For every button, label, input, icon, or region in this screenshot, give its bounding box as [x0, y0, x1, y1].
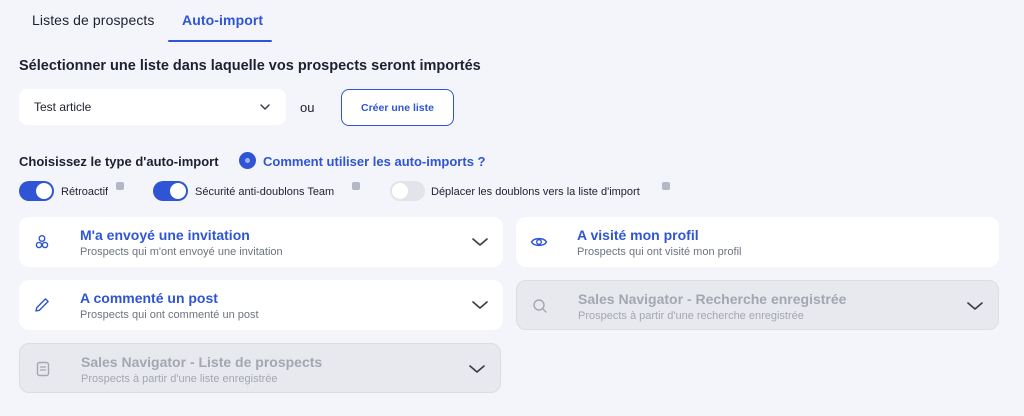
card-subtitle: Prospects qui ont visité mon profil: [577, 246, 742, 258]
card-sales-nav-liste: Sales Navigator - Liste de prospects Pro…: [19, 343, 501, 393]
card-visite-profil[interactable]: A visité mon profil Prospects qui ont vi…: [516, 217, 999, 267]
card-invitation[interactable]: M'a envoyé une invitation Prospects qui …: [19, 217, 503, 267]
chevron-down-icon: [260, 104, 270, 110]
type-section-title: Choisissez le type d'auto-import: [19, 154, 219, 169]
card-commente-post[interactable]: A commenté un post Prospects qui ont com…: [19, 280, 503, 330]
help-icon[interactable]: [239, 152, 256, 169]
toggle-retroactif[interactable]: [19, 181, 54, 201]
card-subtitle: Prospects à partir d'une liste enregistr…: [81, 373, 278, 385]
toggle-knob: [170, 183, 186, 199]
chevron-down-icon: [469, 365, 485, 373]
info-icon[interactable]: [352, 182, 360, 190]
help-link[interactable]: Comment utiliser les auto-imports ?: [263, 154, 485, 169]
pencil-icon: [35, 298, 49, 312]
info-icon[interactable]: [116, 182, 124, 190]
active-tab-indicator: [168, 40, 272, 42]
chevron-down-icon: [967, 302, 983, 310]
info-icon[interactable]: [662, 182, 670, 190]
toggle-anti-doublons-label: Sécurité anti-doublons Team: [195, 186, 335, 198]
toggle-anti-doublons[interactable]: [153, 181, 188, 201]
list-select-value: Test article: [34, 100, 92, 114]
chevron-down-icon: [472, 301, 488, 309]
card-subtitle: Prospects qui m'ont envoyé une invitatio…: [80, 246, 283, 258]
toggle-deplacer-doublons[interactable]: [390, 181, 425, 201]
card-subtitle: Prospects à partir d'une recherche enreg…: [578, 310, 804, 322]
document-icon: [36, 361, 50, 377]
list-section-title: Sélectionner une liste dans laquelle vos…: [19, 58, 481, 74]
tab-auto-import[interactable]: Auto-import: [182, 12, 263, 28]
card-title: A visité mon profil: [577, 227, 699, 243]
eye-icon: [530, 237, 548, 247]
tab-listes-de-prospects[interactable]: Listes de prospects: [32, 12, 155, 28]
users-icon: [35, 235, 49, 249]
toggle-knob: [36, 183, 52, 199]
chevron-down-icon: [472, 238, 488, 246]
card-title: Sales Navigator - Liste de prospects: [81, 354, 323, 370]
card-subtitle: Prospects qui ont commenté un post: [80, 309, 259, 321]
card-title: M'a envoyé une invitation: [80, 227, 250, 243]
search-icon: [533, 299, 547, 313]
or-label: ou: [300, 100, 315, 115]
create-list-button[interactable]: Créer une liste: [341, 89, 454, 126]
card-title: Sales Navigator - Recherche enregistrée: [578, 291, 847, 307]
tab-bar: Listes de prospects Auto-import: [0, 0, 1024, 44]
toggle-knob: [392, 183, 408, 199]
toggle-retroactif-label: Rétroactif: [61, 186, 109, 198]
toggle-deplacer-doublons-label: Déplacer les doublons vers la liste d'im…: [431, 186, 640, 198]
card-sales-nav-recherche: Sales Navigator - Recherche enregistrée …: [516, 280, 999, 330]
list-select[interactable]: Test article: [19, 89, 286, 125]
card-title: A commenté un post: [80, 290, 218, 306]
